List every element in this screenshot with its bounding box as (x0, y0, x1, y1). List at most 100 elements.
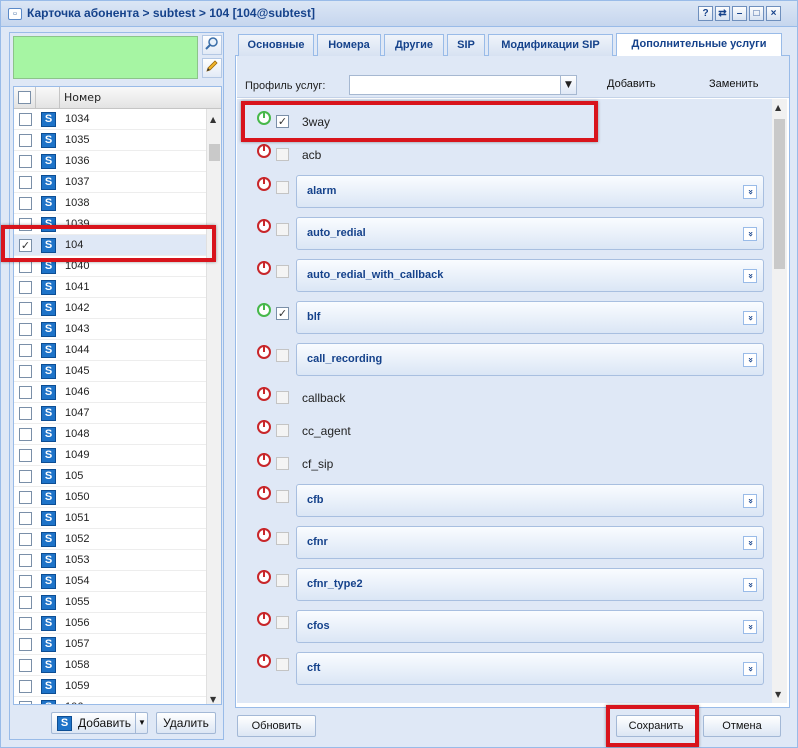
expand-chevron-icon[interactable]: » (743, 620, 757, 634)
service-checkbox[interactable] (276, 658, 289, 671)
list-item[interactable]: S 1051 (14, 508, 208, 529)
list-item[interactable]: S 1046 (14, 382, 208, 403)
list-item[interactable]: S 1050 (14, 487, 208, 508)
power-icon[interactable] (257, 261, 271, 275)
service-panel[interactable]: auto_redial_with_callback » (296, 259, 764, 292)
list-item[interactable]: S 105 (14, 466, 208, 487)
refresh-button[interactable]: Обновить (237, 715, 316, 737)
row-checkbox[interactable] (19, 596, 32, 609)
list-item[interactable]: S 1045 (14, 361, 208, 382)
row-checkbox[interactable] (19, 344, 32, 357)
service-panel[interactable]: cft » (296, 652, 764, 685)
list-item[interactable]: S 1039 (14, 214, 208, 235)
service-checkbox[interactable] (276, 457, 289, 470)
tab-numbers[interactable]: Номера (317, 34, 381, 56)
services-scrollbar[interactable]: ▲ ▼ (772, 99, 787, 703)
pencil-icon[interactable] (202, 58, 222, 78)
row-checkbox[interactable] (19, 134, 32, 147)
row-checkbox[interactable] (19, 512, 32, 525)
list-item[interactable]: S 1057 (14, 634, 208, 655)
grid-scrollbar[interactable]: ▲ ▼ (206, 109, 221, 704)
chevron-down-icon[interactable]: ▼ (560, 76, 576, 94)
power-icon[interactable] (257, 177, 271, 191)
list-item[interactable]: S 1035 (14, 130, 208, 151)
expand-chevron-icon[interactable]: » (743, 185, 757, 199)
service-panel[interactable]: call_recording » (296, 343, 764, 376)
row-checkbox[interactable] (19, 533, 32, 546)
list-item[interactable]: S 1041 (14, 277, 208, 298)
maximize-button[interactable]: □ (749, 6, 764, 21)
list-item[interactable]: S 1055 (14, 592, 208, 613)
list-item[interactable]: S 1059 (14, 676, 208, 697)
row-checkbox[interactable] (19, 617, 32, 630)
scroll-thumb[interactable] (774, 119, 785, 269)
power-icon[interactable] (257, 420, 271, 434)
column-header-number[interactable]: Номер (64, 91, 101, 104)
service-checkbox[interactable] (276, 265, 289, 278)
service-checkbox[interactable] (276, 532, 289, 545)
row-checkbox[interactable] (19, 659, 32, 672)
expand-chevron-icon[interactable]: » (743, 536, 757, 550)
power-icon[interactable] (257, 486, 271, 500)
list-item[interactable]: S 1037 (14, 172, 208, 193)
tab-sip[interactable]: SIP (447, 34, 485, 56)
scroll-thumb[interactable] (209, 144, 220, 161)
magnifier-icon[interactable] (202, 35, 222, 55)
list-item[interactable]: S 1042 (14, 298, 208, 319)
tab-main[interactable]: Основные (238, 34, 314, 56)
service-checkbox[interactable] (276, 490, 289, 503)
service-checkbox[interactable] (276, 148, 289, 161)
power-icon[interactable] (257, 570, 271, 584)
profile-replace-button[interactable]: Заменить (709, 78, 758, 90)
service-checkbox[interactable]: ✓ (276, 115, 289, 128)
row-checkbox[interactable] (19, 260, 32, 273)
profile-select[interactable]: ▼ (349, 75, 577, 95)
tab-other[interactable]: Другие (384, 34, 444, 56)
service-checkbox[interactable] (276, 424, 289, 437)
list-item[interactable]: S 1058 (14, 655, 208, 676)
profile-add-button[interactable]: Добавить (607, 78, 656, 90)
close-button[interactable]: × (766, 6, 781, 21)
list-item[interactable]: S 1044 (14, 340, 208, 361)
list-item[interactable]: S 1049 (14, 445, 208, 466)
add-button[interactable]: S Добавить ▼ (51, 712, 148, 734)
expand-chevron-icon[interactable]: » (743, 578, 757, 592)
power-icon[interactable] (257, 345, 271, 359)
service-panel[interactable]: cfnr » (296, 526, 764, 559)
service-checkbox[interactable] (276, 391, 289, 404)
list-item[interactable]: S 1040 (14, 256, 208, 277)
row-checkbox[interactable] (19, 113, 32, 126)
service-panel[interactable]: blf » (296, 301, 764, 334)
service-checkbox[interactable] (276, 349, 289, 362)
row-checkbox[interactable] (19, 365, 32, 378)
scroll-down-icon[interactable]: ▼ (775, 690, 781, 699)
power-icon[interactable] (257, 453, 271, 467)
tab-sip-modifications[interactable]: Модификации SIP (488, 34, 613, 56)
power-icon[interactable] (257, 219, 271, 233)
add-dropdown-icon[interactable]: ▼ (135, 713, 148, 733)
row-checkbox[interactable] (19, 323, 32, 336)
row-checkbox[interactable] (19, 701, 32, 704)
select-all-checkbox[interactable] (18, 91, 31, 104)
list-item[interactable]: S 1053 (14, 550, 208, 571)
row-checkbox[interactable] (19, 197, 32, 210)
delete-button[interactable]: Удалить (156, 712, 216, 734)
row-checkbox[interactable] (19, 218, 32, 231)
row-checkbox[interactable] (19, 491, 32, 504)
tab-additional-services[interactable]: Дополнительные услуги (616, 33, 782, 56)
list-item[interactable]: S 1054 (14, 571, 208, 592)
expand-chevron-icon[interactable]: » (743, 662, 757, 676)
service-checkbox[interactable] (276, 223, 289, 236)
row-checkbox[interactable] (19, 281, 32, 294)
save-button[interactable]: Сохранить (616, 715, 696, 737)
power-icon[interactable] (257, 654, 271, 668)
row-checkbox[interactable] (19, 554, 32, 567)
row-checkbox[interactable] (19, 470, 32, 483)
service-checkbox[interactable]: ✓ (276, 307, 289, 320)
service-panel[interactable]: auto_redial » (296, 217, 764, 250)
power-icon[interactable] (257, 612, 271, 626)
list-item[interactable]: S 1048 (14, 424, 208, 445)
row-checkbox[interactable] (19, 155, 32, 168)
service-checkbox[interactable] (276, 616, 289, 629)
list-item[interactable]: S 1038 (14, 193, 208, 214)
